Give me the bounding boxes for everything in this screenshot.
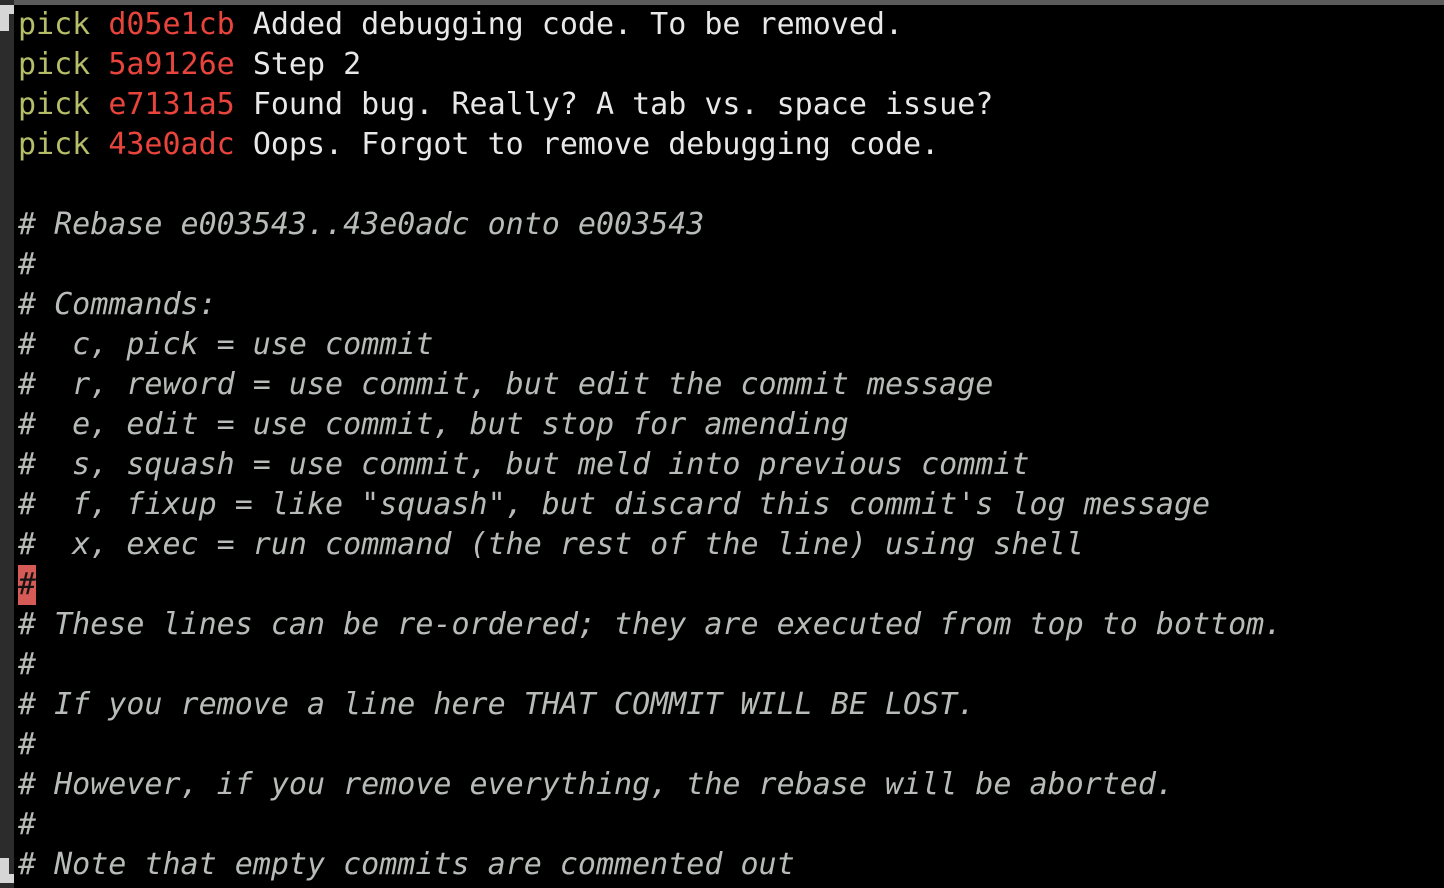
- commit-subject: Added debugging code. To be removed.: [252, 7, 904, 42]
- comment-text: # x, exec = run command (the rest of the…: [18, 527, 1084, 562]
- comment-text: # Note that empty commits are commented …: [18, 847, 795, 882]
- comment-text: # e, edit = use commit, but stop for ame…: [18, 407, 849, 442]
- text-cursor[interactable]: #: [18, 565, 37, 605]
- window-corner-mark-bottom-left-vertical: [0, 858, 9, 883]
- todo-comment-line[interactable]: # Note that empty commits are commented …: [14, 845, 1444, 885]
- terminal-window: pick d05e1cb Added debugging code. To be…: [0, 0, 1444, 888]
- todo-comment-line[interactable]: # Rebase e003543..43e0adc onto e003543: [14, 205, 1444, 245]
- commit-subject: Oops. Forgot to remove debugging code.: [252, 127, 940, 162]
- todo-commit-line[interactable]: pick 43e0adc Oops. Forgot to remove debu…: [14, 125, 1444, 165]
- comment-text: # Rebase e003543..43e0adc onto e003543: [18, 207, 705, 242]
- comment-text: # c, pick = use commit: [18, 327, 434, 362]
- todo-comment-line[interactable]: # These lines can be re-ordered; they ar…: [14, 605, 1444, 645]
- todo-commit-line[interactable]: pick 5a9126e Step 2: [14, 45, 1444, 85]
- commit-command-keyword: pick: [18, 7, 91, 42]
- todo-comment-line[interactable]: #: [14, 645, 1444, 685]
- commit-hash: d05e1cb: [108, 7, 235, 42]
- comment-text: #: [18, 807, 37, 842]
- commit-subject: Found bug. Really? A tab vs. space issue…: [252, 87, 994, 122]
- commit-command-keyword: pick: [18, 127, 91, 162]
- window-corner-mark-top-left-vertical: [0, 5, 9, 31]
- window-left-border: [0, 0, 14, 888]
- todo-comment-line[interactable]: # x, exec = run command (the rest of the…: [14, 525, 1444, 565]
- todo-comment-line[interactable]: #: [14, 805, 1444, 845]
- rebase-todo-editor[interactable]: pick d05e1cb Added debugging code. To be…: [14, 5, 1444, 888]
- todo-commit-line[interactable]: pick d05e1cb Added debugging code. To be…: [14, 5, 1444, 45]
- comment-text: # f, fixup = like "squash", but discard …: [18, 487, 1211, 522]
- comment-text: # If you remove a line here THAT COMMIT …: [18, 687, 976, 722]
- todo-comment-line[interactable]: # r, reword = use commit, but edit the c…: [14, 365, 1444, 405]
- todo-commit-line[interactable]: pick e7131a5 Found bug. Really? A tab vs…: [14, 85, 1444, 125]
- commit-hash: 43e0adc: [108, 127, 235, 162]
- comment-text: #: [18, 247, 37, 282]
- comment-text: # However, if you remove everything, the…: [18, 767, 1174, 802]
- todo-comment-line[interactable]: # f, fixup = like "squash", but discard …: [14, 485, 1444, 525]
- todo-comment-line[interactable]: # c, pick = use commit: [14, 325, 1444, 365]
- todo-blank-line[interactable]: [14, 165, 1444, 205]
- commit-command-keyword: pick: [18, 87, 91, 122]
- todo-comment-line[interactable]: # If you remove a line here THAT COMMIT …: [14, 685, 1444, 725]
- comment-text: #: [18, 727, 37, 762]
- commit-subject: Step 2: [252, 47, 362, 82]
- comment-text: # r, reword = use commit, but edit the c…: [18, 367, 994, 402]
- todo-comment-line[interactable]: # s, squash = use commit, but meld into …: [14, 445, 1444, 485]
- commit-hash: e7131a5: [108, 87, 235, 122]
- comment-text: # These lines can be re-ordered; they ar…: [18, 607, 1283, 642]
- comment-text: #: [18, 647, 37, 682]
- commit-command-keyword: pick: [18, 47, 91, 82]
- todo-comment-line[interactable]: # Commands:: [14, 285, 1444, 325]
- todo-comment-line[interactable]: #: [14, 245, 1444, 285]
- commit-hash: 5a9126e: [108, 47, 235, 82]
- comment-text: # Commands:: [18, 287, 217, 322]
- todo-cursor-line[interactable]: #: [14, 565, 1444, 605]
- todo-comment-line[interactable]: # However, if you remove everything, the…: [14, 765, 1444, 805]
- comment-text: # s, squash = use commit, but meld into …: [18, 447, 1030, 482]
- todo-comment-line[interactable]: #: [14, 725, 1444, 765]
- todo-comment-line[interactable]: # e, edit = use commit, but stop for ame…: [14, 405, 1444, 445]
